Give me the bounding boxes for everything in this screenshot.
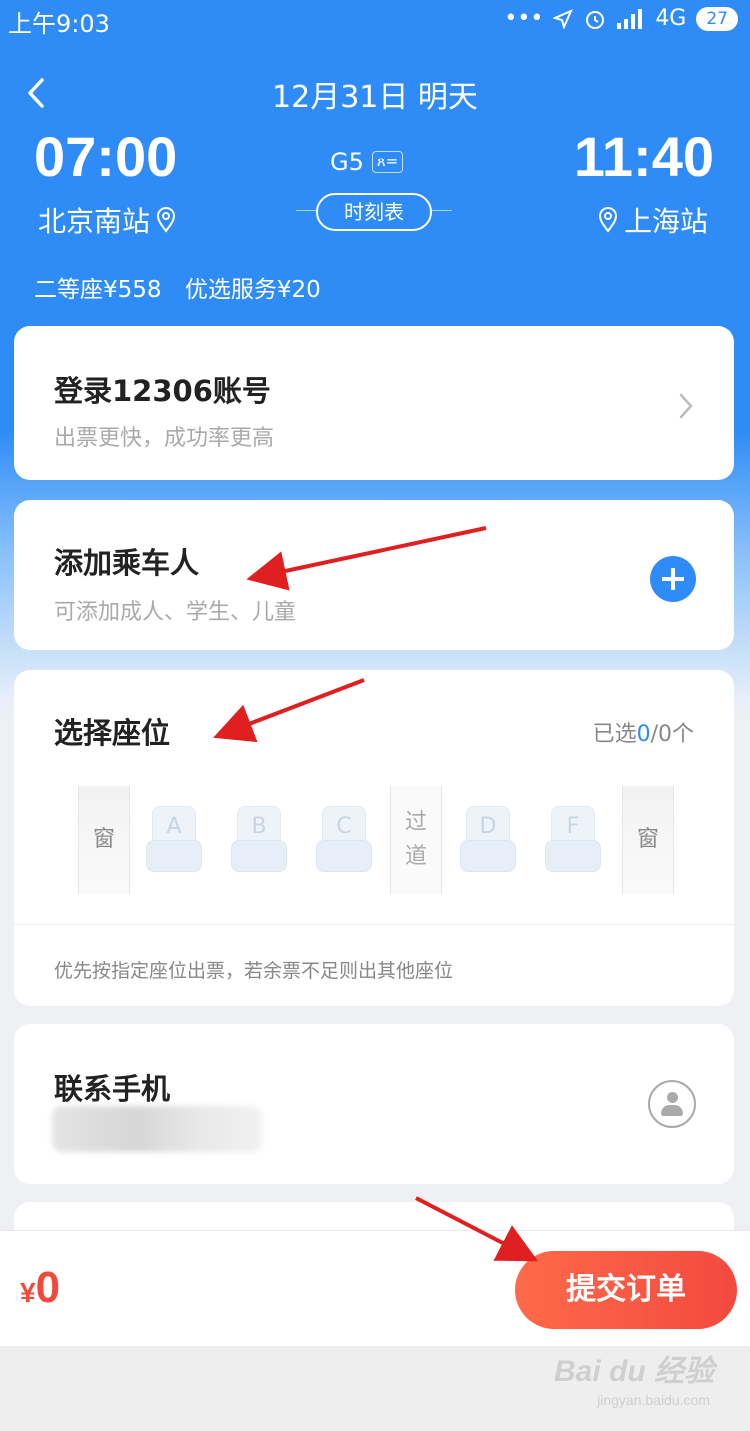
seat-count-suffix: /0个 [650, 722, 694, 747]
service-price: 优选服务¥20 [184, 277, 321, 303]
seat-B[interactable]: B [231, 806, 287, 872]
arrival-station[interactable]: 上海站 [598, 200, 708, 240]
status-bar: 上午9:03 ••• 4G 27 [0, 0, 750, 40]
add-passenger-plus-icon[interactable] [650, 556, 696, 602]
location-arrow-icon [553, 8, 574, 29]
seat-letter: D [479, 814, 497, 839]
id-card-icon: ጸ= [371, 151, 404, 173]
login-card[interactable]: 登录12306账号 出票更快，成功率更高 [14, 326, 734, 480]
login-title: 登录12306账号 [54, 374, 271, 408]
seat-count-prefix: 已选 [592, 722, 637, 747]
signal-icon [617, 8, 643, 29]
train-number: G5 ጸ= [330, 148, 404, 176]
seat-A[interactable]: A [146, 806, 202, 872]
seat-note: 优先按指定座位出票，若余票不足则出其他座位 [54, 960, 454, 982]
seat-price: 二等座¥558 [34, 277, 162, 303]
add-passenger-title: 添加乘车人 [54, 546, 200, 580]
window-label-right: 窗 [622, 786, 674, 894]
seat-selection-title: 选择座位 [54, 716, 171, 750]
window-label-left: 窗 [78, 786, 130, 894]
divider [14, 924, 734, 925]
seat-letter: B [251, 814, 267, 839]
location-pin-icon [157, 207, 176, 233]
seat-letter: F [566, 814, 580, 839]
aisle-label-top: 过 [404, 810, 427, 835]
aisle-label: 过 道 [390, 786, 442, 894]
seat-map: 窗 A B C 过 道 D F 窗 [78, 786, 674, 894]
battery-icon: 27 [696, 6, 738, 31]
bottom-bar: ¥0 提交订单 [0, 1230, 750, 1346]
departure-station[interactable]: 北京南站 [38, 200, 176, 240]
total-amount: 0 [35, 1263, 61, 1312]
arrival-time: 11:40 [573, 125, 714, 188]
contact-phone-title: 联系手机 [54, 1072, 171, 1106]
seat-count-selected: 0 [636, 722, 651, 747]
seat-selection-card: 选择座位 已选0/0个 窗 A B C 过 道 D F 窗 优先按指定座位出票，… [14, 670, 734, 1006]
alarm-icon [586, 10, 605, 29]
arrival-station-label: 上海站 [623, 205, 708, 238]
status-icons: ••• 4G 27 [504, 6, 738, 31]
seat-selected-count: 已选0/0个 [593, 716, 694, 748]
submit-order-button[interactable]: 提交订单 [515, 1251, 737, 1329]
seat-letter: C [336, 814, 352, 839]
currency-symbol: ¥ [20, 1277, 36, 1308]
chevron-right-icon [679, 393, 693, 419]
add-passenger-subtitle: 可添加成人、学生、儿童 [54, 600, 297, 625]
price-summary: 二等座¥558 优选服务¥20 [34, 270, 337, 304]
timetable-button[interactable]: 时刻表 [316, 193, 432, 231]
seat-F[interactable]: F [545, 806, 601, 872]
more-dots-icon: ••• [504, 6, 544, 31]
watermark-url: jingyan.baidu.com [597, 1392, 710, 1408]
page-title: 12月31日 明天 [272, 80, 478, 115]
network-type: 4G [655, 6, 687, 31]
location-pin-icon [598, 207, 617, 233]
seat-C[interactable]: C [316, 806, 372, 872]
departure-station-label: 北京南站 [38, 205, 151, 238]
login-subtitle: 出票更快，成功率更高 [54, 426, 275, 451]
watermark-logo: Bai du 经验 [553, 1355, 714, 1388]
seat-D[interactable]: D [460, 806, 516, 872]
contact-phone-card[interactable]: 联系手机 [14, 1024, 734, 1184]
add-passenger-card[interactable]: 添加乘车人 可添加成人、学生、儿童 [14, 500, 734, 650]
status-time: 上午9:03 [8, 10, 110, 38]
phone-number-blurred[interactable] [52, 1106, 262, 1152]
contact-person-icon[interactable] [648, 1080, 696, 1128]
seat-letter: A [166, 814, 182, 839]
departure-time: 07:00 [34, 125, 178, 188]
total-price: ¥0 [20, 1263, 60, 1313]
aisle-label-bottom: 道 [404, 844, 427, 869]
train-number-label: G5 [330, 148, 364, 176]
